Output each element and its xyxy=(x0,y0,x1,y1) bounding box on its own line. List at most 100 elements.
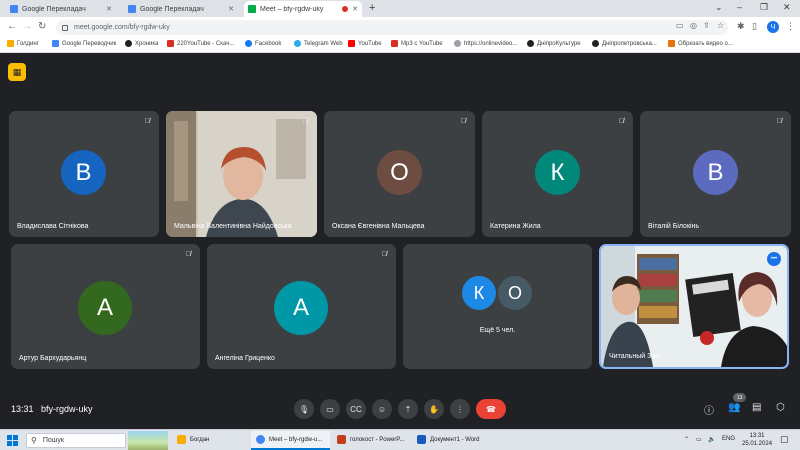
participant-tile[interactable]: А 🎙̸ Артур Бархударьянц xyxy=(11,244,200,369)
participant-avatar: О xyxy=(496,274,534,312)
back-icon[interactable]: ← xyxy=(7,21,17,32)
forward-icon[interactable]: → xyxy=(22,21,32,32)
minimize-icon[interactable]: – xyxy=(737,2,742,12)
reactions-button[interactable]: ☺ xyxy=(372,399,392,419)
menu-icon[interactable]: ⋮ xyxy=(786,21,795,32)
present-button[interactable]: ⇡ xyxy=(398,399,418,419)
participant-tile[interactable]: К 🎙̸ Катерина Жила xyxy=(482,111,633,237)
participant-avatar: А xyxy=(274,281,328,335)
recording-indicator-icon xyxy=(342,6,349,12)
network-icon[interactable]: ▭ xyxy=(696,436,702,443)
close-tab-icon[interactable]: ✕ xyxy=(106,5,112,13)
participant-tile[interactable]: А 🎙̸ Ангеліна Гриценко xyxy=(207,244,396,369)
tab-google-translate-2[interactable]: Google Перекладач ✕ xyxy=(124,1,238,17)
windows-start-icon[interactable] xyxy=(7,435,18,446)
tab-label: Google Перекладач xyxy=(140,5,204,13)
speaking-indicator-icon: ••• xyxy=(767,252,781,266)
show-hidden-icons[interactable]: ⌃ xyxy=(684,436,689,443)
tab-google-translate-1[interactable]: Google Перекладач ✕ xyxy=(6,1,116,17)
featured-video-tile[interactable]: ••• Читальный Зал xyxy=(599,244,789,369)
tab-label: Meet – bfy-rgdw-uky xyxy=(260,5,324,13)
bookmark-item[interactable]: Mp3 с YouTube xyxy=(391,40,443,47)
camera-icon: ▭ xyxy=(326,404,334,414)
clock-date: 25.01.2024 xyxy=(742,441,773,447)
meeting-details-icon[interactable]: ⓘ xyxy=(704,402,714,417)
google-lens-icon[interactable]: ◎ xyxy=(690,21,697,30)
camera-permission-icon[interactable]: ▭ xyxy=(676,21,684,30)
participant-avatar: В xyxy=(61,150,106,195)
close-tab-icon[interactable]: ✕ xyxy=(228,5,234,13)
activities-icon[interactable]: ⬡ xyxy=(776,402,785,413)
participant-avatar: О xyxy=(377,150,422,195)
participant-name: Владислава Сітнікова xyxy=(17,223,89,230)
keyboard-language[interactable]: ENG xyxy=(722,436,735,442)
bookmark-item[interactable]: https://onlinevideo... xyxy=(454,40,517,47)
taskbar-app-word[interactable]: Документ1 - Word xyxy=(412,431,490,450)
bookmark-star-icon[interactable]: ☆ xyxy=(717,21,724,30)
system-clock[interactable]: 13:31 25.01.2024 xyxy=(742,432,772,448)
more-participants-tile[interactable]: К О Ещё 5 чел. xyxy=(403,244,592,369)
share-icon[interactable]: ⇪ xyxy=(703,21,710,30)
taskbar-app-chrome[interactable]: Meet – bfy-rgdw-u... xyxy=(251,431,330,450)
notifications-icon[interactable]: ▢ xyxy=(780,434,789,445)
powerpoint-icon xyxy=(337,435,346,444)
participant-avatar: К xyxy=(460,274,498,312)
side-panel-icon[interactable]: ▯ xyxy=(752,21,757,32)
participant-tile[interactable]: В 🎙̸ Владислава Сітнікова xyxy=(9,111,159,237)
taskbar-search[interactable]: ⚲ Пошук xyxy=(26,433,126,448)
bookmark-item[interactable]: YouTube xyxy=(348,40,382,47)
bookmark-item[interactable]: Telegram Web xyxy=(294,40,343,47)
participant-tile[interactable]: О 🎙̸ Оксана Євгенівна Мальцева xyxy=(324,111,475,237)
address-bar[interactable]: meet.google.com/bfy-rgdw-uky xyxy=(56,20,728,35)
bookmark-label: Facebook xyxy=(255,40,282,47)
bookmark-item[interactable]: Дніпропетровська... xyxy=(592,40,657,47)
featured-video xyxy=(601,246,787,367)
participant-name: Оксана Євгенівна Мальцева xyxy=(332,223,425,230)
bookmark-item[interactable]: Голдинг xyxy=(7,40,39,47)
bookmark-item[interactable]: ДніпроКультуре xyxy=(527,40,581,47)
hang-up-icon: ☎ xyxy=(486,404,496,414)
bookmark-item[interactable]: Facebook xyxy=(245,40,281,47)
bookmark-label: 220YouTube - Скач... xyxy=(177,40,235,47)
more-vert-icon: ⋮ xyxy=(456,404,464,414)
more-participants-label: Ещё 5 чел. xyxy=(479,327,516,334)
widgets-weather-icon[interactable] xyxy=(128,431,168,450)
participant-video-tile[interactable]: 🎙̸ Мальвіна Валентинівна Найдовська xyxy=(166,111,317,237)
meeting-info-icon[interactable]: ▦ xyxy=(8,63,26,81)
url-text: meet.google.com/bfy-rgdw-uky xyxy=(74,24,170,31)
taskbar-app-folder[interactable]: Богдан xyxy=(172,431,248,450)
chat-icon[interactable]: ▤ xyxy=(752,402,761,413)
tab-meet[interactable]: Meet – bfy-rgdw-uky ✕ xyxy=(244,1,362,17)
camera-button[interactable]: ▭ xyxy=(320,399,340,419)
raise-hand-button[interactable]: ✋ xyxy=(424,399,444,419)
participant-name: Ангеліна Гриценко xyxy=(215,355,275,362)
chronicle-icon xyxy=(125,40,132,47)
people-icon[interactable]: 👥 xyxy=(728,402,740,413)
close-window-icon[interactable]: ✕ xyxy=(783,2,791,13)
bookmark-label: Google Переводчик xyxy=(62,40,117,47)
reload-icon[interactable]: ↻ xyxy=(38,21,46,32)
tab-search-icon[interactable]: ⌄ xyxy=(715,2,723,13)
bookmark-label: ДніпроКультуре xyxy=(537,40,581,47)
close-tab-icon[interactable]: ✕ xyxy=(352,5,358,13)
leave-call-button[interactable]: ☎ xyxy=(476,399,506,419)
more-options-button[interactable]: ⋮ xyxy=(450,399,470,419)
bookmark-item[interactable]: Обрезать видео о... xyxy=(668,40,733,47)
folder-icon xyxy=(7,40,14,47)
volume-icon[interactable]: 🔈 xyxy=(708,436,715,443)
bookmark-item[interactable]: 220YouTube - Скач... xyxy=(167,40,234,47)
maximize-icon[interactable]: ❐ xyxy=(760,2,768,13)
participant-video xyxy=(166,111,317,237)
participant-tile[interactable]: В 🎙̸ Віталій Білокінь xyxy=(640,111,791,237)
taskbar-app-powerpoint[interactable]: голокост - PowerP... xyxy=(332,431,410,450)
participant-name: Віталій Білокінь xyxy=(648,223,700,230)
bookmark-item[interactable]: Google Переводчик xyxy=(52,40,116,47)
bookmark-item[interactable]: Хроника xyxy=(125,40,158,47)
new-tab-button[interactable]: + xyxy=(369,2,375,14)
video-download-icon xyxy=(167,40,174,47)
extensions-icon[interactable]: ✱ xyxy=(737,21,745,32)
task-label: Meet – bfy-rgdw-u... xyxy=(269,436,323,443)
captions-button[interactable]: CC xyxy=(346,399,366,419)
microphone-button[interactable]: 🎙 xyxy=(294,399,314,419)
profile-avatar[interactable]: Ч xyxy=(767,21,779,33)
